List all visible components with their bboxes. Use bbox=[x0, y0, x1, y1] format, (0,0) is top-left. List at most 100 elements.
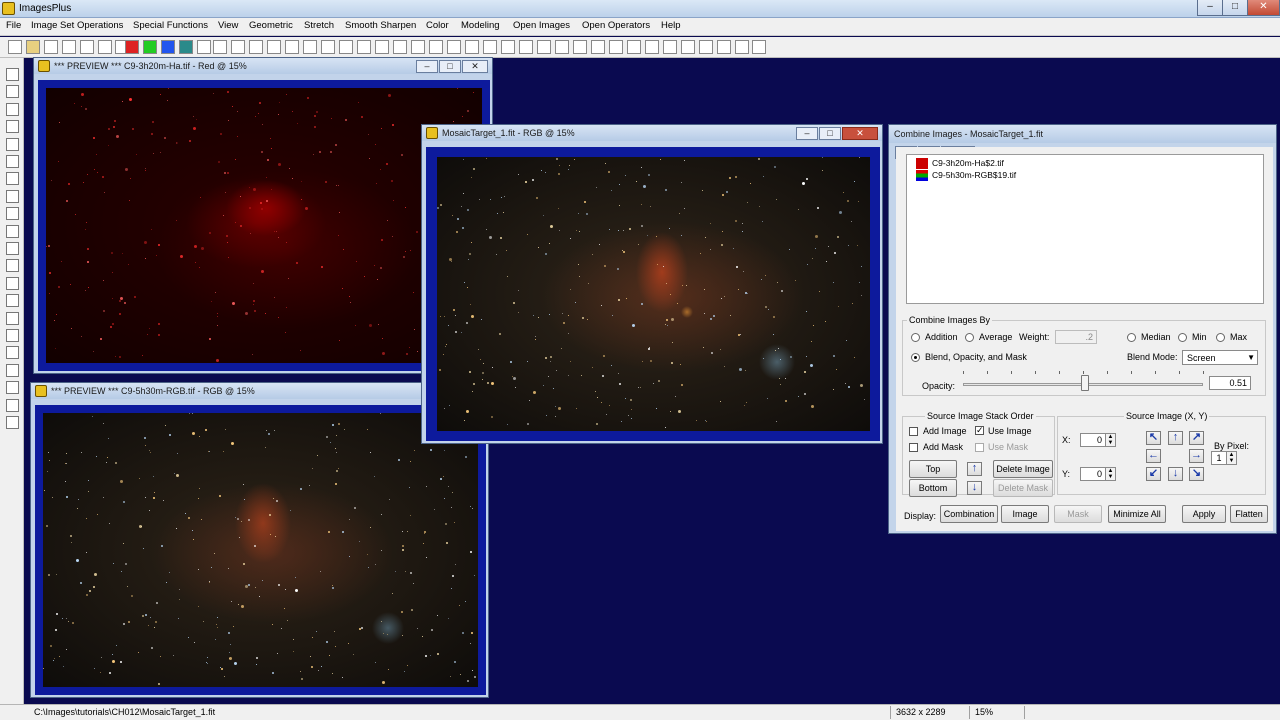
left-tool-icon[interactable] bbox=[6, 363, 19, 377]
toolbar-tool-icon[interactable] bbox=[393, 40, 407, 54]
by-pixel-spinner[interactable]: ▲ ▼ bbox=[1226, 451, 1237, 465]
toolbar-tool-icon[interactable] bbox=[98, 40, 112, 54]
toolbar-tool-icon[interactable] bbox=[143, 40, 157, 54]
menu-open-operators[interactable]: Open Operators bbox=[582, 20, 650, 31]
app-close-button[interactable]: ✕ bbox=[1247, 0, 1280, 16]
toolbar-tool-icon[interactable] bbox=[411, 40, 425, 54]
opacity-field[interactable]: 0.51 bbox=[1209, 376, 1251, 390]
toolbar-tool-icon[interactable] bbox=[339, 40, 353, 54]
combination-button[interactable]: Combination bbox=[940, 505, 998, 523]
maximize-button[interactable]: □ bbox=[819, 127, 841, 140]
menu-color[interactable]: Color bbox=[426, 20, 449, 31]
use-mask-checkbox[interactable] bbox=[975, 443, 984, 452]
left-tool-icon[interactable] bbox=[6, 68, 19, 81]
toolbar-tool-icon[interactable] bbox=[285, 40, 299, 54]
median-radio[interactable] bbox=[1127, 333, 1136, 342]
toolbar-tool-icon[interactable] bbox=[555, 40, 569, 54]
list-item[interactable]: C9-5h30m-RGB$19.tif bbox=[916, 170, 1016, 182]
toolbar-tool-icon[interactable] bbox=[267, 40, 281, 54]
menu-modeling[interactable]: Modeling bbox=[461, 20, 500, 31]
max-radio[interactable] bbox=[1216, 333, 1225, 342]
close-button[interactable]: ✕ bbox=[462, 60, 488, 73]
by-pixel-field[interactable]: 1 bbox=[1211, 451, 1227, 465]
toolbar-tool-icon[interactable] bbox=[573, 40, 587, 54]
menu-smooth-sharpen[interactable]: Smooth Sharpen bbox=[345, 20, 416, 31]
toolbar-tool-icon[interactable] bbox=[231, 40, 245, 54]
minimize-all-button[interactable]: Minimize All bbox=[1108, 505, 1166, 523]
weight-field[interactable]: .2 bbox=[1055, 330, 1097, 344]
toolbar-tool-icon[interactable] bbox=[8, 40, 22, 54]
left-tool-icon[interactable] bbox=[6, 259, 19, 273]
toolbar-tool-icon[interactable] bbox=[26, 40, 40, 54]
arrow-up-icon[interactable]: ↑ bbox=[1168, 431, 1183, 445]
toolbar-tool-icon[interactable] bbox=[699, 40, 713, 54]
toolbar-tool-icon[interactable] bbox=[303, 40, 317, 54]
left-tool-icon[interactable] bbox=[6, 172, 19, 186]
toolbar-tool-icon[interactable] bbox=[197, 40, 211, 54]
delete-mask-button[interactable]: Delete Mask bbox=[993, 479, 1053, 497]
flatten-button[interactable]: Flatten bbox=[1230, 505, 1268, 523]
move-up-arrow-icon[interactable]: ↑ bbox=[967, 462, 982, 476]
toolbar-tool-icon[interactable] bbox=[125, 40, 139, 54]
minimize-button[interactable]: – bbox=[796, 127, 818, 140]
mosaic-titlebar[interactable]: MosaicTarget_1.fit - RGB @ 15% – □ ✕ bbox=[422, 125, 882, 141]
toolbar-tool-icon[interactable] bbox=[645, 40, 659, 54]
toolbar-tool-icon[interactable] bbox=[663, 40, 677, 54]
minimize-button[interactable]: – bbox=[416, 60, 438, 73]
mask-button[interactable]: Mask bbox=[1054, 505, 1102, 523]
arrow-down-right-icon[interactable]: ↘ bbox=[1189, 467, 1204, 481]
toolbar-tool-icon[interactable] bbox=[62, 40, 76, 54]
toolbar-tool-icon[interactable] bbox=[375, 40, 389, 54]
left-tool-icon[interactable] bbox=[6, 102, 19, 116]
arrow-up-right-icon[interactable]: ↗ bbox=[1189, 431, 1204, 445]
left-tool-icon[interactable] bbox=[6, 416, 19, 429]
move-down-arrow-icon[interactable]: ↓ bbox=[967, 481, 982, 495]
menu-open-images[interactable]: Open Images bbox=[513, 20, 570, 31]
y-spinner[interactable]: ▲ ▼ bbox=[1105, 467, 1116, 481]
app-maximize-button[interactable]: □ bbox=[1222, 0, 1248, 16]
left-tool-icon[interactable] bbox=[6, 294, 19, 308]
rgb-preview-titlebar[interactable]: *** PREVIEW *** C9-5h30m-RGB.tif - RGB @… bbox=[31, 383, 488, 399]
arrow-left-icon[interactable]: ← bbox=[1146, 449, 1161, 463]
menu-stretch[interactable]: Stretch bbox=[304, 20, 334, 31]
menu-special-functions[interactable]: Special Functions bbox=[133, 20, 208, 31]
toolbar-tool-icon[interactable] bbox=[609, 40, 623, 54]
arrow-right-icon[interactable]: → bbox=[1189, 449, 1204, 463]
delete-image-button[interactable]: Delete Image bbox=[993, 460, 1053, 478]
y-field[interactable]: 0 bbox=[1080, 467, 1106, 481]
top-button[interactable]: Top bbox=[909, 460, 957, 478]
addition-radio[interactable] bbox=[911, 333, 920, 342]
apply-button[interactable]: Apply bbox=[1182, 505, 1226, 523]
toolbar-tool-icon[interactable] bbox=[321, 40, 335, 54]
toolbar-tool-icon[interactable] bbox=[447, 40, 461, 54]
toolbar-tool-icon[interactable] bbox=[681, 40, 695, 54]
toolbar-tool-icon[interactable] bbox=[80, 40, 94, 54]
toolbar-tool-icon[interactable] bbox=[213, 40, 227, 54]
toolbar-tool-icon[interactable] bbox=[501, 40, 515, 54]
blend-radio[interactable] bbox=[911, 353, 920, 362]
toolbar-tool-icon[interactable] bbox=[519, 40, 533, 54]
image-button[interactable]: Image bbox=[1001, 505, 1049, 523]
left-tool-icon[interactable] bbox=[6, 120, 19, 134]
toolbar-tool-icon[interactable] bbox=[627, 40, 641, 54]
toolbar-tool-icon[interactable] bbox=[249, 40, 263, 54]
left-tool-icon[interactable] bbox=[6, 329, 19, 342]
arrow-up-left-icon[interactable]: ↖ bbox=[1146, 431, 1161, 445]
toolbar-tool-icon[interactable] bbox=[161, 40, 175, 54]
left-tool-icon[interactable] bbox=[6, 189, 19, 203]
min-radio[interactable] bbox=[1178, 333, 1187, 342]
maximize-button[interactable]: □ bbox=[439, 60, 461, 73]
left-tool-icon[interactable] bbox=[6, 155, 19, 168]
toolbar-tool-icon[interactable] bbox=[537, 40, 551, 54]
app-minimize-button[interactable]: – bbox=[1197, 0, 1223, 16]
toolbar-tool-icon[interactable] bbox=[465, 40, 479, 54]
left-tool-icon[interactable] bbox=[6, 85, 19, 99]
left-tool-icon[interactable] bbox=[6, 207, 19, 221]
menu-file[interactable]: File bbox=[6, 20, 21, 31]
left-tool-icon[interactable] bbox=[6, 137, 19, 151]
list-item[interactable]: C9-3h20m-Ha$2.tif bbox=[916, 158, 1004, 170]
toolbar-tool-icon[interactable] bbox=[357, 40, 371, 54]
arrow-down-left-icon[interactable]: ↙ bbox=[1146, 467, 1161, 481]
arrow-down-icon[interactable]: ↓ bbox=[1168, 467, 1183, 481]
add-image-checkbox[interactable] bbox=[909, 427, 918, 436]
